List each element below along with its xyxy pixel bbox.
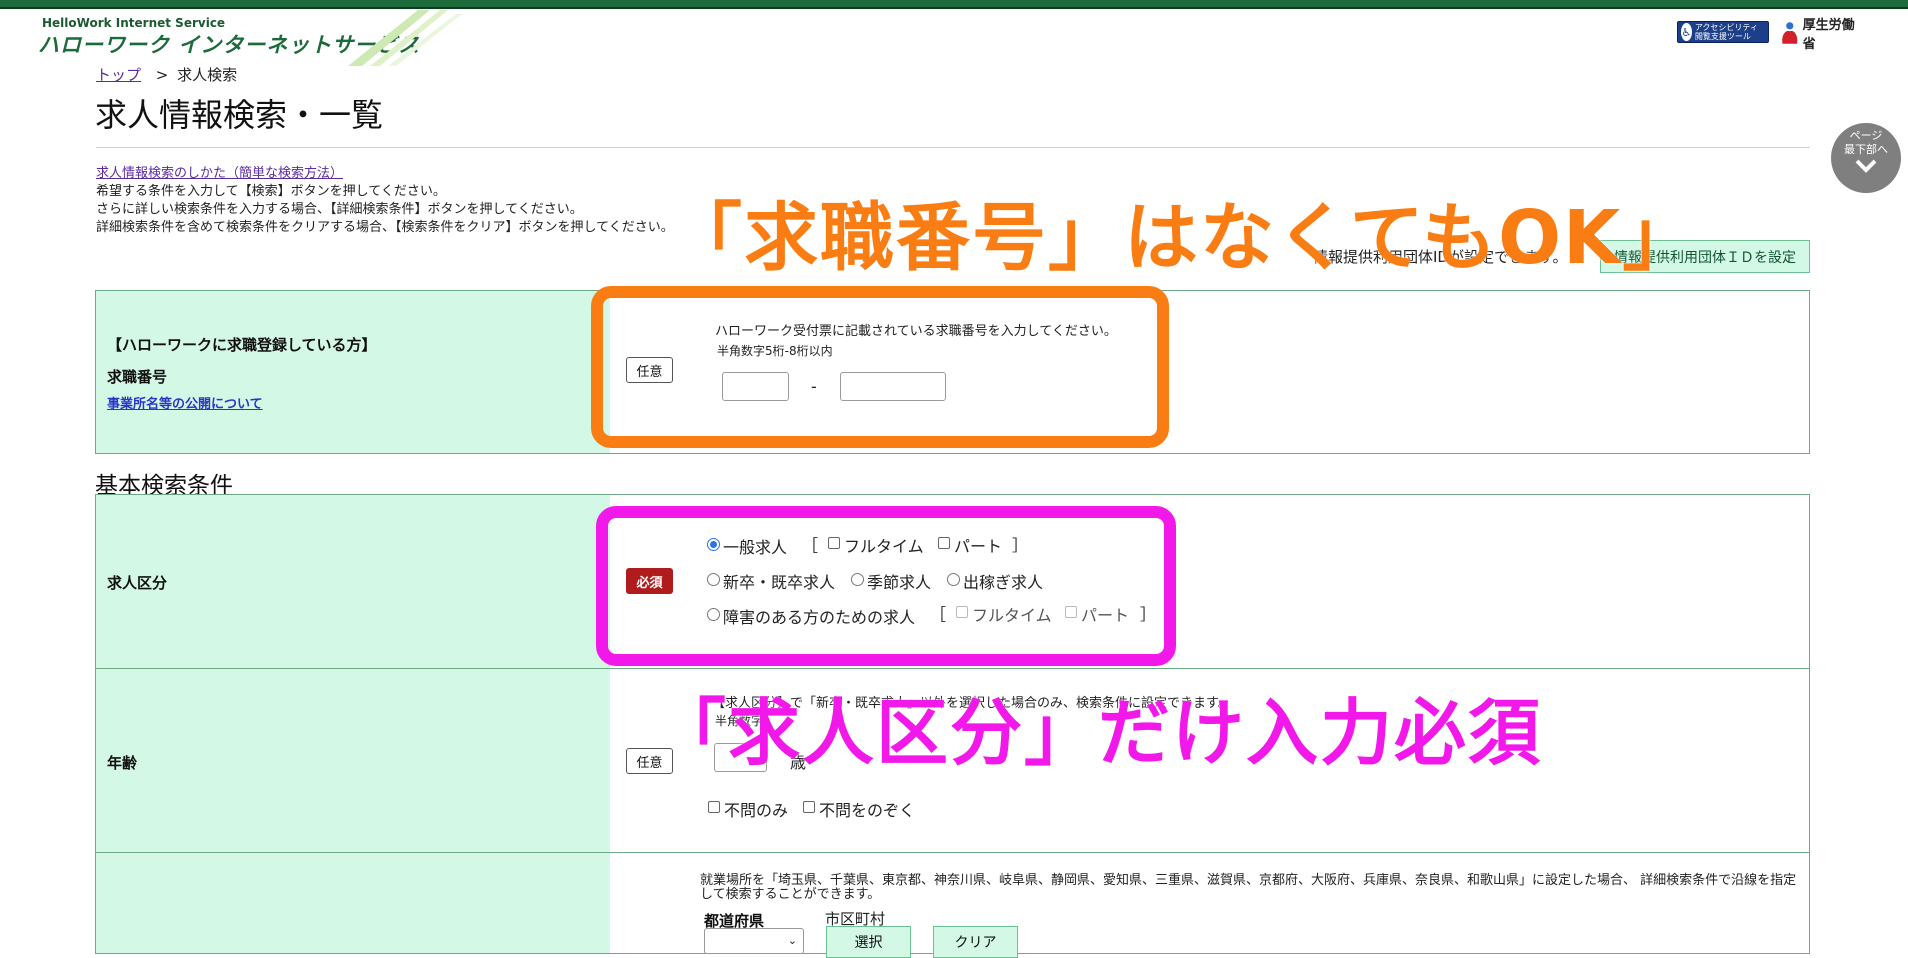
title-divider [96, 147, 1810, 148]
prefecture-select[interactable]: ⌄ [704, 928, 804, 954]
magenta-highlight-box [596, 506, 1176, 666]
chevron-down-icon [1855, 159, 1877, 173]
disclosure-link[interactable]: 事業所名等の公開について [107, 393, 263, 412]
row-divider-2 [95, 852, 1810, 853]
orange-highlight-box [591, 286, 1169, 448]
breadcrumb-top-link[interactable]: トップ [96, 66, 141, 84]
instruction-line-2: さらに詳しい検索条件を入力する場合、【詳細検索条件】ボタンを押してください。 [96, 202, 583, 217]
scroll-to-bottom-label: ページ 最下部へ [1844, 129, 1888, 156]
logo-swoosh-graphic [348, 10, 462, 66]
accessibility-tool-button[interactable]: ♿ アクセシビリティ 閲覧支援ツール [1677, 21, 1769, 43]
basic-conditions-label-column [96, 495, 610, 953]
page-title: 求人情報検索・一覧 [95, 96, 384, 134]
accessibility-icon: ♿ [1681, 23, 1692, 41]
job-seeker-number-label-cell [96, 291, 610, 453]
row-divider-1 [95, 668, 1810, 669]
search-howto-link[interactable]: 求人情報検索のしかた（簡単な検索方法） [96, 162, 343, 181]
clear-city-button[interactable]: クリア [933, 926, 1018, 958]
instruction-line-3: 詳細検索条件を含めて検索条件をクリアする場合、【検索条件をクリア】ボタンを押して… [96, 220, 674, 235]
breadcrumb-separator: > [155, 66, 169, 84]
no-age-only-label: 不問のみ [724, 801, 789, 820]
workplace-note: 就業場所を「埼玉県、千葉県、東京都、神奈川県、岐阜県、静岡県、愛知県、三重県、滋… [700, 873, 1797, 902]
mhlw-logo[interactable]: 厚生労働省 [1779, 18, 1861, 52]
mhlw-mark-icon [1782, 22, 1798, 44]
registered-seekers-label: 【ハローワークに求職登録している方】 [107, 336, 377, 354]
scroll-to-bottom-button[interactable]: ページ 最下部へ [1831, 123, 1901, 193]
breadcrumb: トップ > 求人検索 [96, 64, 237, 85]
checkbox-exclude-no-age[interactable] [803, 801, 815, 813]
mhlw-name: 厚生労働省 [1802, 18, 1855, 52]
breadcrumb-current: 求人検索 [177, 66, 238, 84]
job-seeker-number-label: 求職番号 [107, 368, 168, 386]
age-label: 年齢 [107, 754, 138, 772]
orange-annotation-text: 「求職番号」はなくてもOK」 [668, 195, 1699, 281]
instruction-line-1: 希望する条件を入力して【検索】ボタンを押してください。 [96, 184, 446, 199]
chevron-down-icon: ⌄ [787, 934, 797, 947]
job-category-label: 求人区分 [107, 574, 168, 592]
top-green-bar [0, 0, 1908, 9]
hellowork-logo[interactable]: HelloWork Internet Service ハローワーク インターネッ… [38, 10, 478, 66]
accessibility-tool-label: アクセシビリティ 閲覧支援ツール [1694, 23, 1758, 41]
magenta-annotation-text: 「求人区分」だけ入力必須 [654, 691, 1543, 775]
select-city-button[interactable]: 選択 [826, 926, 911, 958]
checkbox-no-age-only[interactable] [708, 801, 720, 813]
exclude-no-age-label: 不問をのぞく [819, 801, 916, 820]
logo-english-text: HelloWork Internet Service [42, 16, 226, 30]
